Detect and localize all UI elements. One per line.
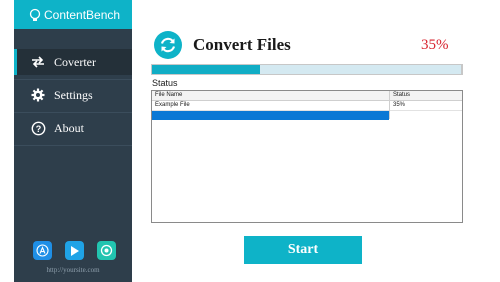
sidebar-divider — [14, 112, 132, 113]
chat-icon[interactable] — [97, 241, 116, 260]
progress-percent: 35% — [421, 37, 449, 53]
sidebar-divider — [14, 79, 132, 80]
sidebar-item-settings[interactable]: Settings — [14, 82, 132, 108]
sidebar-item-label: Settings — [54, 87, 93, 102]
column-divider — [389, 91, 390, 119]
status-cell: 35% — [393, 102, 406, 108]
table-row-selected-empty[interactable] — [152, 111, 462, 120]
progress-bar — [151, 64, 463, 75]
question-circle-icon: ? — [30, 120, 46, 136]
play-store-icon[interactable] — [65, 241, 84, 260]
sidebar-item-converter[interactable]: Coverter — [14, 49, 132, 75]
start-button[interactable]: Start — [244, 236, 362, 264]
column-header-file-name[interactable]: File Name — [152, 91, 389, 100]
sidebar: ContentBench Coverter Settings ? About h… — [14, 0, 132, 282]
svg-text:?: ? — [35, 124, 41, 134]
swap-arrows-icon — [30, 54, 46, 70]
column-header-status[interactable]: Status — [390, 91, 462, 100]
convert-cycle-icon — [154, 31, 182, 59]
brand-logo-text: ContentBench — [44, 7, 121, 22]
sidebar-item-label: About — [54, 120, 84, 135]
table-row[interactable]: Example File 35% — [152, 101, 462, 111]
table-header: File Name Status — [152, 91, 462, 101]
status-label: Status — [152, 78, 178, 88]
file-status-table: File Name Status Example File 35% — [151, 90, 463, 223]
page-title: Convert Files — [193, 35, 291, 54]
site-url[interactable]: http://yoursite.com — [14, 266, 132, 274]
file-name-cell: Example File — [155, 102, 190, 108]
gear-icon — [30, 87, 46, 103]
progress-fill — [152, 65, 261, 74]
lightbulb-icon — [29, 8, 41, 21]
sidebar-item-about[interactable]: ? About — [14, 115, 132, 141]
row-selection-highlight — [152, 111, 389, 120]
logo-bar: ContentBench — [14, 0, 132, 29]
sidebar-divider — [14, 145, 132, 146]
app-store-icon[interactable] — [33, 241, 52, 260]
sidebar-item-label: Coverter — [54, 54, 96, 69]
progress-track — [152, 65, 461, 74]
